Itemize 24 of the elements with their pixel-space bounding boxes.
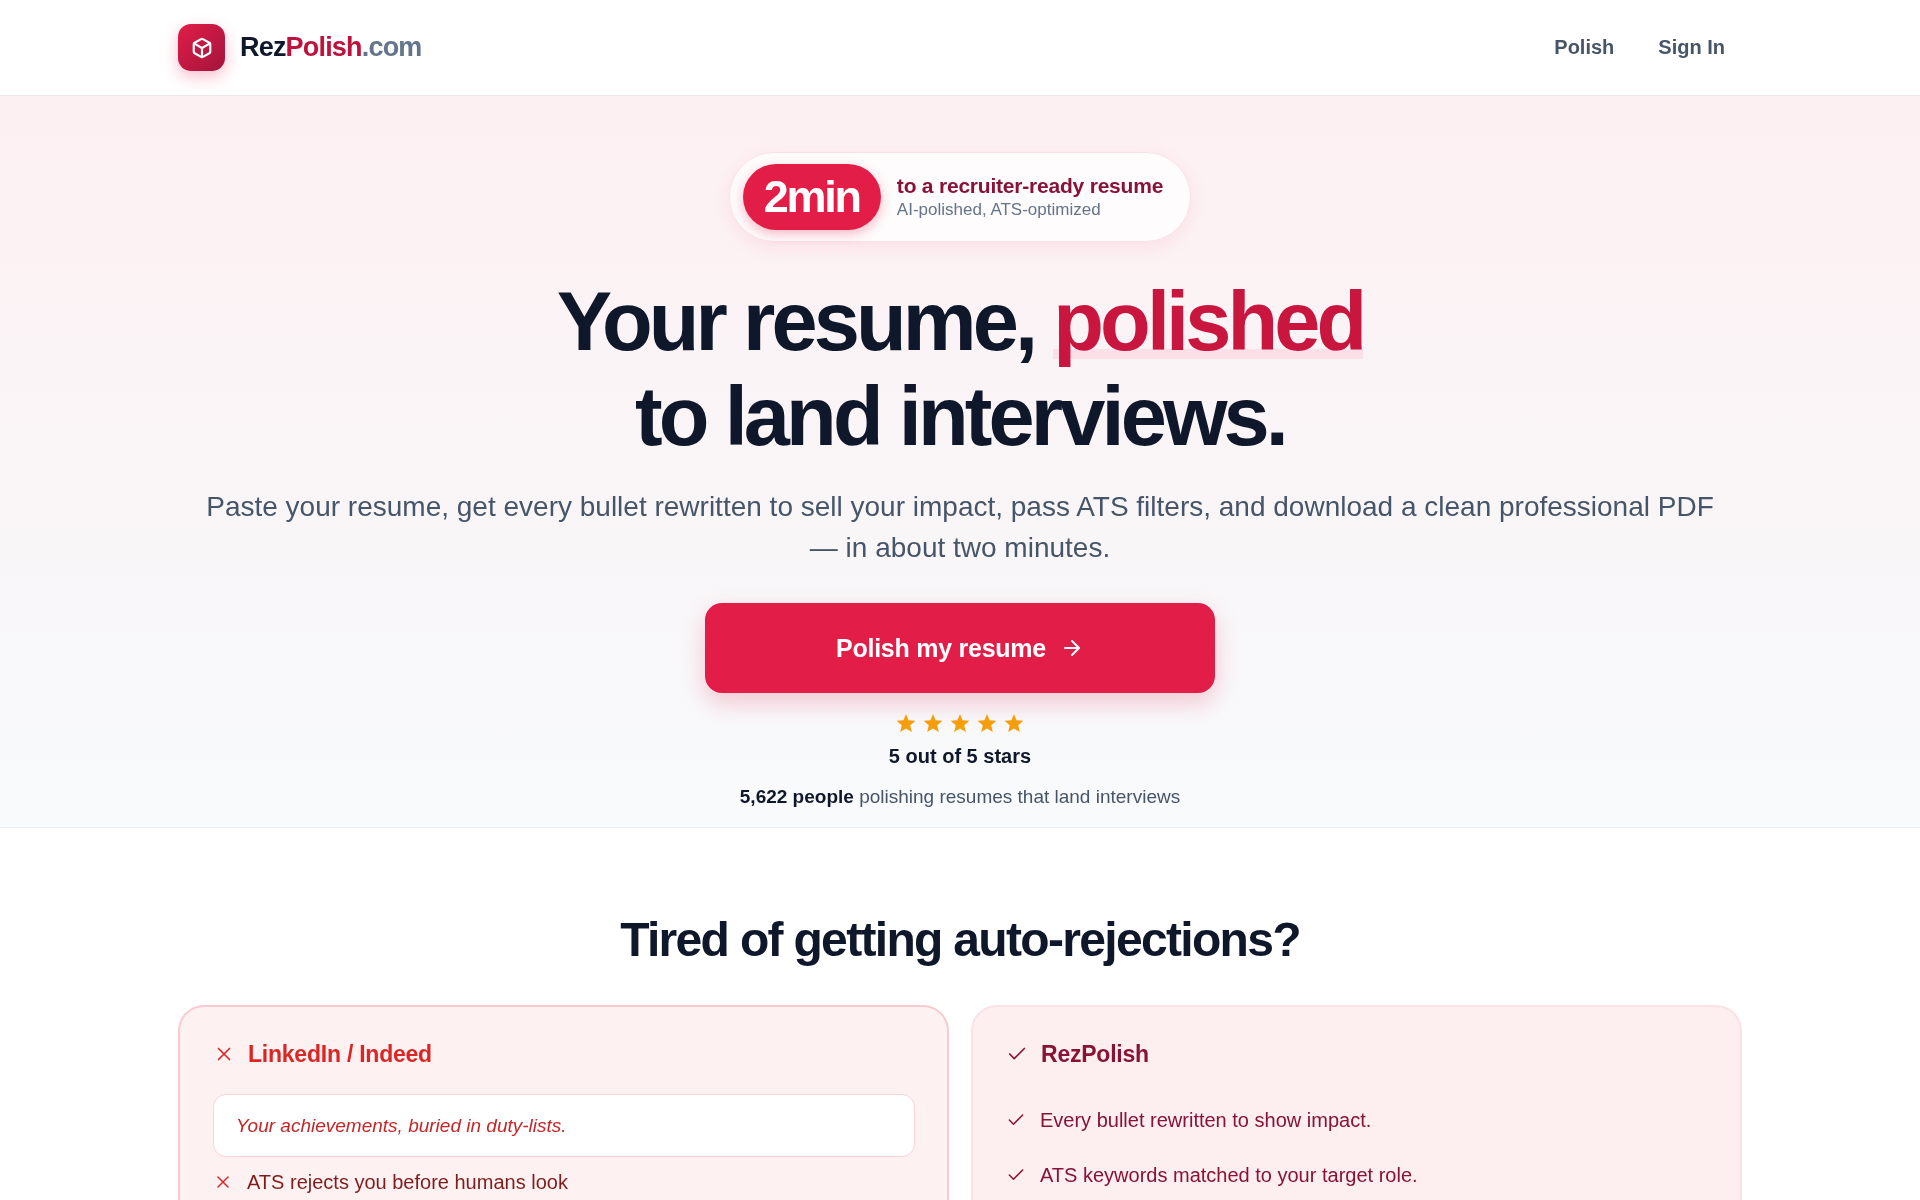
logo-cube-icon <box>178 24 225 71</box>
nav-link[interactable]: Sign In <box>1650 30 1733 65</box>
social-proof-text: 5,622 people polishing resumes that land interviews <box>739 785 1181 809</box>
star-icon <box>977 714 997 733</box>
hero-headline: Your resume, polished to land interviews. <box>556 274 1364 464</box>
card-item-text: ATS keywords matched to your target role. <box>1040 1163 1418 1188</box>
polish-resume-button[interactable]: Polish my resume <box>705 603 1215 693</box>
section-heading: Tired of getting auto-rejections? <box>619 912 1301 968</box>
nav-link[interactable]: Polish <box>1546 30 1623 65</box>
hero-subtitle: Paste your resume, get every bullet rewritten to sell your impact, pass ATS filters, and download a clean professional PDF — in about two minutes. <box>205 490 1715 565</box>
rating-label: 5 out of 5 stars <box>888 744 1032 769</box>
card-title: RezPolish <box>1041 1040 1149 1068</box>
card-item-text: Every bullet rewritten to show impact. <box>1040 1108 1372 1133</box>
quote-callout: Your achievements, buried in duty-lists. <box>213 1094 915 1157</box>
star-icon <box>1004 714 1024 733</box>
card-title: LinkedIn / Indeed <box>248 1040 432 1068</box>
star-icon <box>950 714 970 733</box>
badge-title: to a recruiter-ready resume <box>896 174 1164 198</box>
time-pill: 2min <box>742 164 881 230</box>
star-icon <box>896 714 916 733</box>
badge-subtitle: AI-polished, ATS-optimized <box>896 200 1102 220</box>
logo-wordmark[interactable]: RezPolish.com <box>240 32 422 63</box>
star-icon <box>923 714 943 733</box>
card-item-text: ATS rejects you before humans look <box>247 1170 568 1195</box>
